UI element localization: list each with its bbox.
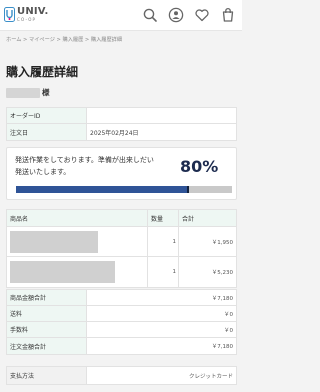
table-row: 1 ￥5,230 — [7, 257, 236, 287]
summary-row: 商品金額合計 ￥7,180 — [7, 290, 236, 306]
logo-sub-text: CO-OP — [17, 17, 37, 22]
summary-row: 注文金額合計 ￥7,180 — [7, 338, 236, 354]
progress-bar — [16, 186, 232, 193]
payment-method-label: 支払方法 — [7, 367, 87, 384]
progress-bar-fill — [16, 186, 189, 193]
item-quantity: 1 — [148, 257, 179, 287]
subtotal-label: 商品金額合計 — [7, 290, 87, 305]
univ-coop-logo[interactable]: UNIV. CO-OP — [4, 7, 48, 22]
order-total-label: 注文金額合計 — [7, 338, 87, 354]
status-percent: 80% — [180, 157, 219, 176]
logo-main-text: UNIV. — [17, 6, 49, 17]
subtotal-value: ￥7,180 — [211, 295, 233, 302]
customer-name: 様 — [6, 87, 50, 98]
order-id-label: オーダーID — [7, 108, 87, 123]
heart-icon[interactable] — [194, 7, 210, 23]
summary-row: 手数料 ￥0 — [7, 322, 236, 338]
order-total-value: ￥7,180 — [211, 344, 233, 350]
shipping-value: ￥0 — [224, 311, 233, 318]
item-quantity: 1 — [148, 227, 179, 256]
order-id-row: オーダーID — [7, 108, 236, 124]
order-date-value: 2025年02月24日 — [90, 129, 139, 137]
redacted-product[interactable] — [10, 230, 98, 253]
fee-value: ￥0 — [224, 327, 233, 334]
redacted-product[interactable] — [10, 261, 115, 283]
col-product-name: 商品名 — [7, 210, 148, 226]
customer-suffix: 様 — [42, 88, 50, 97]
item-total: ￥5,230 — [211, 270, 233, 276]
order-id-value — [87, 108, 90, 123]
col-quantity: 数量 — [148, 210, 179, 226]
logo-mark-icon — [4, 7, 15, 22]
order-date-label: 注文日 — [7, 124, 87, 140]
fee-label: 手数料 — [7, 322, 87, 337]
payment-method-value: クレジットカード — [188, 373, 233, 380]
breadcrumb[interactable]: ホーム > マイページ > 購入履歴 > 購入履歴詳細 — [6, 36, 122, 43]
order-info-table: オーダーID 注文日 2025年02月24日 — [6, 107, 237, 141]
site-header: UNIV. CO-OP — [0, 0, 242, 31]
summary-row: 送料 ￥0 — [7, 306, 236, 322]
search-icon[interactable] — [142, 7, 158, 23]
item-total: ￥1,950 — [211, 239, 233, 246]
items-table-header: 商品名 数量 合計 — [7, 210, 236, 227]
order-summary-table: 商品金額合計 ￥7,180 送料 ￥0 手数料 ￥0 注文金額合計 ￥7,180 — [6, 289, 237, 355]
shipping-label: 送料 — [7, 306, 87, 321]
page-title: 購入履歴詳細 — [6, 65, 79, 79]
account-icon[interactable] — [168, 7, 184, 23]
items-table: 商品名 数量 合計 1 ￥1,950 1 ￥5,230 — [6, 209, 237, 288]
col-total: 合計 — [182, 215, 195, 223]
cart-icon[interactable] — [220, 7, 236, 23]
order-date-row: 注文日 2025年02月24日 — [7, 124, 236, 140]
redacted-name — [6, 87, 40, 98]
status-message: 発送作業をしております。準備が出来しだい発送いたします。 — [15, 156, 154, 176]
shipping-status-box: 発送作業をしております。準備が出来しだい発送いたします。 80% — [6, 147, 237, 200]
payment-table: 支払方法 クレジットカード — [6, 366, 237, 385]
table-row: 1 ￥1,950 — [7, 227, 236, 257]
payment-row: 支払方法 クレジットカード — [7, 367, 236, 384]
